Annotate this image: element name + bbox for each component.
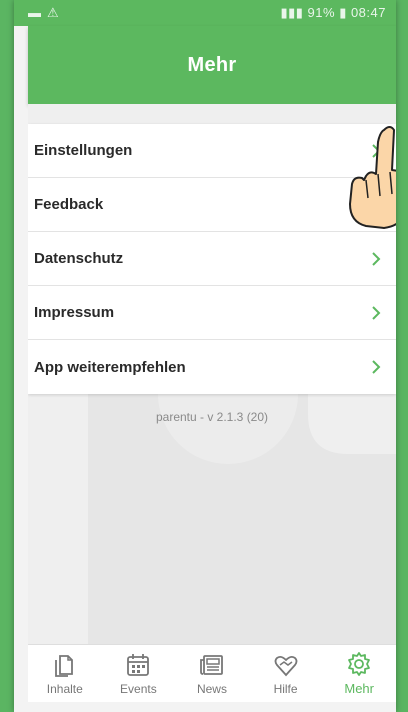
battery-icon: ▮ [339, 5, 351, 20]
settings-menu: Einstellungen Feedback Datenschutz Impre… [28, 124, 396, 394]
tab-label: Mehr [344, 681, 374, 696]
gear-icon [348, 652, 371, 676]
tab-label: Hilfe [273, 681, 298, 696]
page-title: Mehr [187, 53, 237, 76]
tab-label: Inhalte [46, 681, 83, 696]
signal-icon: ▮▮▮ [280, 5, 308, 20]
main-content[interactable]: Einstellungen Feedback Datenschutz Impre… [28, 104, 396, 644]
menu-item-label: Datenschutz [34, 250, 124, 267]
message-icon: ▬ [28, 5, 41, 20]
menu-item-feedback[interactable]: Feedback [28, 178, 396, 232]
menu-item-label: App weiterempfehlen [34, 358, 186, 376]
warning-icon: ⚠ [47, 5, 59, 20]
tab-inhalte[interactable]: Inhalte [30, 652, 100, 696]
calendar-icon [127, 653, 150, 676]
tab-news[interactable]: News [177, 652, 247, 696]
phone-screen: ▬ ⚠ ▮▮▮ 91% ▮ 08:47 Mehr Einstellungen F… [14, 0, 396, 712]
status-bar: ▬ ⚠ ▮▮▮ 91% ▮ 08:47 [14, 0, 396, 26]
chevron-right-icon [372, 360, 381, 374]
bottom-tab-bar: Inhalte Events News Hilfe Mehr [28, 644, 396, 702]
tab-mehr[interactable]: Mehr [324, 651, 394, 696]
status-right: ▮▮▮ 91% ▮ 08:47 [280, 5, 386, 21]
battery-level: 91% [307, 5, 336, 20]
menu-item-label: Impressum [34, 304, 115, 321]
tab-label: News [196, 681, 227, 696]
pointing-hand-icon [349, 126, 396, 229]
menu-item-einstellungen[interactable]: Einstellungen [28, 124, 396, 178]
heart-hands-icon [274, 655, 297, 676]
chevron-right-icon [372, 251, 381, 266]
menu-item-label: Feedback [34, 196, 104, 213]
menu-item-datenschutz[interactable]: Datenschutz [28, 232, 396, 286]
newspaper-icon [200, 654, 223, 675]
status-left-icons: ▬ ⚠ [28, 5, 59, 21]
app-version: parentu - v 2.1.3 (20) [155, 410, 269, 424]
chevron-right-icon [372, 305, 381, 320]
tab-events[interactable]: Events [103, 652, 173, 696]
documents-icon [54, 654, 73, 677]
app-bar: Mehr [28, 26, 396, 104]
tab-label: Events [120, 681, 157, 696]
menu-item-label: Einstellungen [34, 142, 133, 159]
menu-item-app-weiterempfehlen[interactable]: App weiterempfehlen [28, 340, 396, 394]
clock: 08:47 [350, 5, 386, 20]
menu-item-impressum[interactable]: Impressum [28, 286, 396, 340]
tab-hilfe[interactable]: Hilfe [251, 652, 321, 696]
